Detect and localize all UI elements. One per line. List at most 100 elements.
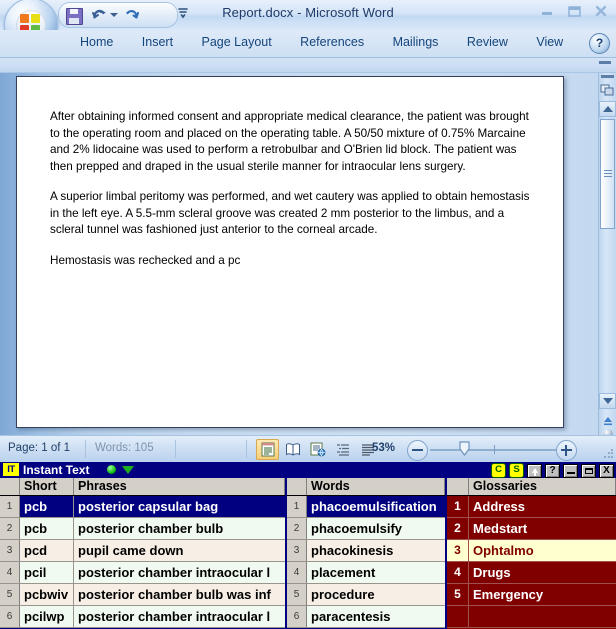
word-status-bar: Page: 1 of 1 Words: 105 53%	[0, 435, 616, 462]
row-number: 2	[0, 518, 20, 539]
spelling-button[interactable]: S	[509, 463, 524, 478]
ribbon-tab-bar: Home Insert Page Layout References Maili…	[0, 30, 616, 58]
paragraph-1: After obtaining informed consent and app…	[50, 110, 529, 173]
ribbon-tab-references[interactable]: References	[288, 30, 376, 53]
document-text[interactable]: After obtaining informed consent and app…	[50, 109, 539, 283]
print-layout-view-icon[interactable]	[256, 438, 279, 460]
row-word: phacoemulsification	[311, 499, 437, 514]
table-row[interactable]: 3 phacokinesis	[287, 540, 445, 562]
scroll-thumb[interactable]	[600, 119, 615, 229]
paragraph-2: A superior limbal peritomy was performed…	[50, 190, 530, 236]
scroll-down-icon[interactable]	[599, 393, 616, 409]
split-window-icon[interactable]	[600, 83, 615, 98]
table-row[interactable]: 1 phacoemulsification	[287, 496, 445, 518]
phrases-header-short[interactable]: Short	[20, 478, 74, 495]
row-glossary: Medstart	[473, 521, 528, 536]
row-phrase: posterior chamber intraocular l	[78, 609, 271, 624]
row-number: 1	[287, 496, 307, 517]
row-number: 6	[0, 606, 20, 627]
words-header-number[interactable]	[287, 478, 307, 495]
list-item[interactable]: 4 Drugs	[447, 562, 616, 584]
ribbon-tab-review[interactable]: Review	[455, 30, 520, 53]
scroll-up-icon[interactable]	[599, 101, 616, 117]
help-icon[interactable]: ?	[589, 33, 610, 54]
status-separator-3	[246, 440, 247, 458]
close-icon[interactable]: X	[599, 463, 614, 478]
minimize-icon[interactable]	[536, 2, 558, 20]
table-row[interactable]: 3 pcd pupil came down	[0, 540, 285, 562]
maximize-icon[interactable]	[563, 2, 585, 20]
instant-text-window-controls: C S ? X	[491, 463, 614, 478]
table-row[interactable]: 5 procedure	[287, 584, 445, 606]
list-item[interactable]: 5 Emergency	[447, 584, 616, 606]
row-number: 5	[287, 584, 307, 605]
row-number: 1	[447, 496, 469, 517]
table-row[interactable]: 4 pcil posterior chamber intraocular l	[0, 562, 285, 584]
outline-view-icon[interactable]	[331, 439, 354, 460]
resize-grip-icon[interactable]	[603, 449, 613, 459]
ribbon-tab-insert[interactable]: Insert	[130, 30, 185, 53]
glossaries-grid[interactable]: 1 Address 2 Medstart 3 Ophtalmo 4 Drugs	[447, 496, 616, 629]
phrases-header-number[interactable]	[0, 478, 20, 495]
document-vertical-scrollbar[interactable]	[598, 73, 616, 435]
correction-button[interactable]: C	[491, 463, 506, 478]
ribbon-tab-view[interactable]: View	[524, 30, 575, 53]
table-row[interactable]: 4 placement	[287, 562, 445, 584]
zoom-out-icon[interactable]	[407, 440, 428, 461]
phrases-header-phrases[interactable]: Phrases	[74, 478, 285, 495]
web-layout-view-icon[interactable]	[306, 439, 329, 460]
row-word: phacokinesis	[311, 543, 394, 558]
row-number: 5	[0, 584, 20, 605]
row-phrase: posterior chamber bulb	[78, 521, 224, 536]
green-caret-down-icon[interactable]	[122, 466, 134, 474]
table-row[interactable]: 6 paracentesis	[287, 606, 445, 628]
words-header-words[interactable]: Words	[307, 478, 445, 495]
minimize-ribbon-icon[interactable]	[599, 61, 611, 64]
list-item[interactable]	[447, 606, 616, 628]
list-item[interactable]: 1 Address	[447, 496, 616, 518]
close-icon[interactable]	[590, 2, 612, 20]
minimize-icon[interactable]	[563, 463, 578, 478]
table-row[interactable]: 2 phacoemulsify	[287, 518, 445, 540]
document-page[interactable]: After obtaining informed consent and app…	[16, 76, 564, 428]
zoom-level-label[interactable]: 53%	[372, 442, 395, 454]
ribbon-tab-mailings[interactable]: Mailings	[381, 30, 451, 53]
row-phrase: posterior chamber intraocular l	[78, 565, 271, 580]
list-item[interactable]: 3 Ophtalmo	[447, 540, 616, 562]
maximize-icon[interactable]	[581, 463, 596, 478]
zoom-slider-thumb[interactable]	[459, 441, 470, 457]
table-row[interactable]: 5 pcbwiv posterior chamber bulb was inf	[0, 584, 285, 606]
instant-text-logo-icon: IT	[3, 463, 19, 476]
status-word-count[interactable]: Words: 105	[95, 442, 154, 454]
row-word: placement	[311, 565, 376, 580]
status-page-number[interactable]: Page: 1 of 1	[8, 442, 70, 454]
words-grid[interactable]: 1 phacoemulsification 2 phacoemulsify 3 …	[287, 496, 445, 629]
green-status-dot-icon[interactable]	[107, 465, 116, 474]
app-root: Report.docx - Microsoft Word Home Insert…	[0, 0, 616, 629]
glossaries-header-number[interactable]	[447, 478, 469, 495]
list-item[interactable]: 2 Medstart	[447, 518, 616, 540]
table-row[interactable]: 2 pcb posterior chamber bulb	[0, 518, 285, 540]
full-screen-reading-view-icon[interactable]	[281, 439, 304, 460]
row-word: phacoemulsify	[311, 521, 403, 536]
table-row[interactable]: 1 pcb posterior capsular bag	[0, 496, 285, 518]
row-glossary: Ophtalmo	[473, 543, 534, 558]
instant-text-title-bar[interactable]: IT Instant Text C S ? X	[0, 462, 616, 478]
ribbon-tab-page-layout[interactable]: Page Layout	[190, 30, 284, 53]
row-number: 2	[447, 518, 469, 539]
word-window: Report.docx - Microsoft Word Home Insert…	[0, 0, 616, 462]
row-short: pcil	[20, 562, 74, 583]
row-number: 4	[287, 562, 307, 583]
glossaries-header-glossaries[interactable]: Glossaries	[469, 478, 616, 495]
help-icon[interactable]: ?	[545, 463, 560, 478]
instant-text-window: IT Instant Text C S ? X Short Phrases 1 …	[0, 462, 616, 629]
ribbon-tab-home[interactable]: Home	[68, 30, 125, 53]
row-glossary	[469, 606, 616, 627]
phrases-grid[interactable]: 1 pcb posterior capsular bag 2 pcb poste…	[0, 496, 285, 629]
previous-page-icon[interactable]	[603, 413, 613, 426]
always-on-top-icon[interactable]	[527, 463, 542, 478]
glossaries-panel: Glossaries 1 Address 2 Medstart 3 Ophtal…	[447, 478, 616, 629]
page-title: Report.docx - Microsoft Word	[222, 5, 394, 20]
zoom-in-icon[interactable]	[556, 440, 577, 461]
table-row[interactable]: 6 pcilwp posterior chamber intraocular l	[0, 606, 285, 628]
